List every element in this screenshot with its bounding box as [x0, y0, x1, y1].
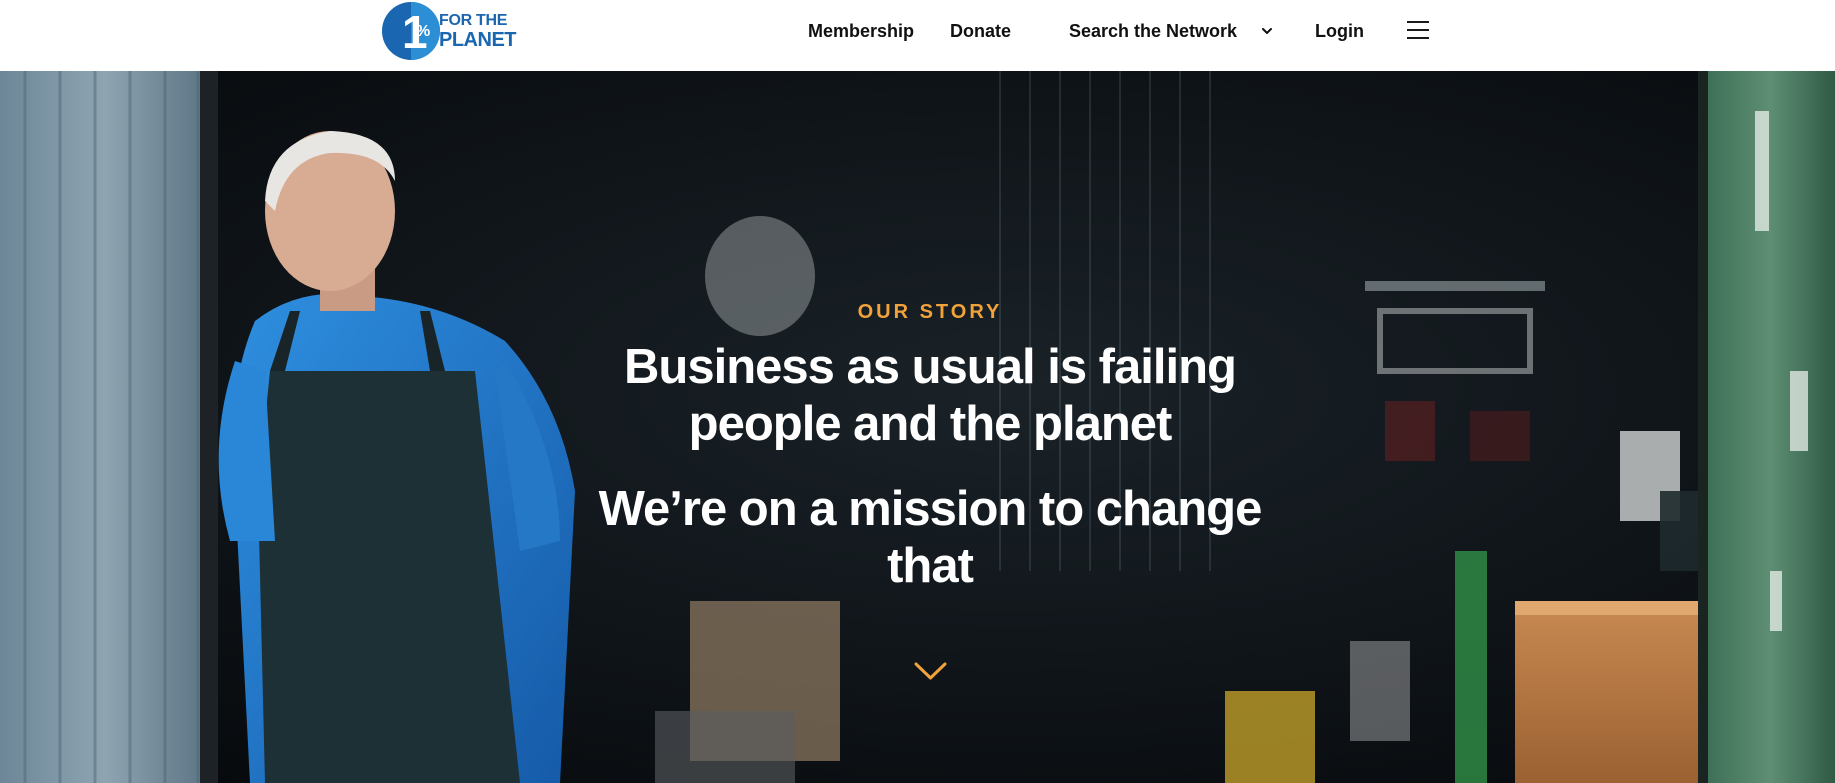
hero-headline: Business as usual is failing people and … [624, 340, 1237, 451]
nav-search-network-dropdown[interactable]: Search the Network [1069, 19, 1273, 43]
scroll-down-button[interactable] [914, 661, 947, 681]
logo-line-2: PLANET [439, 28, 517, 51]
nav-search-network-label: Search the Network [1069, 21, 1238, 41]
one-percent-logo-icon: 1 % [382, 2, 440, 60]
logo-wordmark: FOR THE PLANET [439, 11, 517, 51]
hamburger-menu-icon[interactable] [1407, 20, 1429, 40]
nav-login-link[interactable]: Login [1315, 19, 1364, 43]
logo-link[interactable]: 1 % FOR THE PLANET [381, 1, 526, 61]
logo-line-1: FOR THE [439, 11, 508, 29]
hero-eyebrow: OUR STORY [857, 301, 1003, 323]
svg-text:%: % [416, 23, 430, 40]
chevron-down-icon [1262, 28, 1273, 34]
chevron-down-icon [914, 662, 947, 680]
nav-donate-link[interactable]: Donate [950, 19, 1011, 43]
site-header: 1 % FOR THE PLANET Membership Donate Sea… [0, 0, 1835, 71]
hero-subheadline: We’re on a mission to change that [598, 482, 1263, 593]
nav-membership-link[interactable]: Membership [808, 19, 914, 43]
hero-content: OUR STORY Business as usual is failing p… [520, 299, 1340, 595]
hero-section: OUR STORY Business as usual is failing p… [0, 71, 1835, 783]
